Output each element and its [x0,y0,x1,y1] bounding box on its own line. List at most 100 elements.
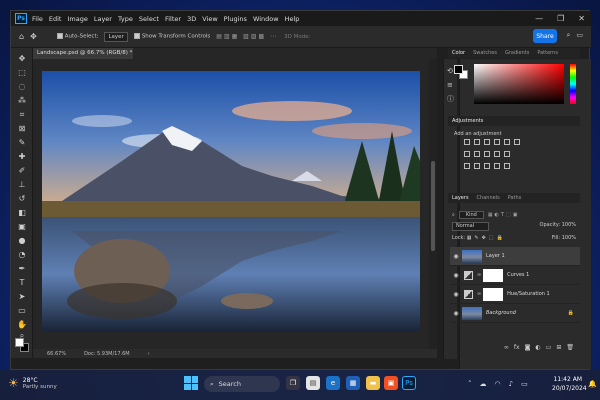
home-icon[interactable]: ⌂ [19,32,24,41]
lock-icons[interactable]: ▦✎✥⬚🔒 [467,235,506,241]
add-mask-icon[interactable]: ◙ [525,344,531,354]
dodge-tool-icon[interactable]: ◔ [16,250,28,260]
color-picker-field[interactable] [474,64,564,104]
visibility-eye-icon[interactable]: ◉ [450,291,462,298]
start-button[interactable] [184,376,198,390]
delete-layer-icon[interactable]: 🗑 [566,344,574,354]
tab-gradients[interactable]: Gradients [505,50,529,56]
posterize-icon[interactable] [474,163,480,169]
channel-mixer-icon[interactable] [494,151,500,157]
path-selection-icon[interactable]: ➤ [16,292,28,302]
brightness-icon[interactable] [464,139,470,145]
vibrance-icon[interactable] [504,139,510,145]
transform-controls-checkbox[interactable]: Show Transform Controls [133,33,210,40]
layer-row[interactable]: ◉ Layer 1 [450,247,580,266]
gradient-tool-icon[interactable]: ▣ [16,222,28,232]
hsl-icon[interactable] [514,139,520,145]
menu-file[interactable]: File [32,15,43,23]
tab-paths[interactable]: Paths [508,195,522,201]
volume-icon[interactable]: ♪ [509,380,513,388]
visibility-eye-icon[interactable]: ◉ [450,253,462,260]
file-explorer-icon[interactable]: ▬ [366,376,380,390]
menu-type[interactable]: Type [118,15,133,23]
auto-select-checkbox[interactable]: Auto-Select: [56,33,98,40]
share-button[interactable]: Share [533,29,557,43]
opacity-value[interactable]: 100% [562,222,576,228]
move-tool-icon[interactable]: ✥ [30,32,37,41]
lock-icon[interactable]: 🔒 [568,310,574,316]
auto-select-dropdown[interactable]: Layer [104,31,128,42]
maximize-button[interactable]: ❐ [557,14,564,23]
weather-widget[interactable]: ☀ 28°C Partly sunny [8,376,57,390]
hand-tool-icon[interactable]: ✋ [16,320,28,330]
type-tool-icon[interactable]: T [16,278,28,288]
visibility-eye-icon[interactable]: ◉ [450,310,462,317]
threshold-icon[interactable] [484,163,490,169]
selective-color-icon[interactable] [504,163,510,169]
brush-tool-icon[interactable]: ✐ [16,166,28,176]
menu-layer[interactable]: Layer [94,15,112,23]
document-tab[interactable]: Landscape.psd @ 66.7% (RGB/8) * ✕ [33,48,133,67]
photoshop-taskbar-icon[interactable]: Ps [402,376,416,390]
doc-size-info[interactable]: Doc: 5.93M/17.6M [84,351,130,357]
layer-row[interactable]: ◉ ∞ Curves 1 [450,266,580,285]
menu-image[interactable]: Image [67,15,87,23]
hue-slider[interactable] [570,64,576,104]
workspace-icon[interactable]: ▭ [576,31,583,40]
foreground-color-swatch[interactable] [15,338,24,347]
kind-dropdown[interactable]: Kind [458,210,484,219]
levels-icon[interactable] [474,139,480,145]
new-group-icon[interactable]: ▭ [546,344,552,354]
taskbar-search[interactable]: ⌕ Search [204,376,280,392]
blend-mode-dropdown[interactable]: Normal [452,222,490,231]
menu-help[interactable]: Help [285,15,300,23]
eraser-icon[interactable]: ◧ [16,208,28,218]
curves-icon[interactable] [484,139,490,145]
chevron-up-icon[interactable]: ˄ [468,380,472,388]
layer-row[interactable]: ◉ ∞ Hue/Saturation 1 [450,285,580,304]
pen-tool-icon[interactable]: ✒ [16,264,28,274]
color-balance-icon[interactable] [464,151,470,157]
zoom-level[interactable]: 66.67% [47,351,66,357]
filter-icons[interactable]: ▦◐T⬚▣ [488,212,520,218]
history-brush-icon[interactable]: ↺ [16,194,28,204]
menu-3d[interactable]: 3D [187,15,196,23]
eyedropper-icon[interactable]: ✎ [16,138,28,148]
menu-filter[interactable]: Filter [165,15,181,23]
scrollbar-thumb[interactable] [431,161,435,251]
fx-icon[interactable]: fx [514,344,520,354]
info-icon[interactable]: ⓘ [447,95,455,103]
adjustments-title[interactable]: Adjustments [452,118,483,124]
foreground-color-swatch[interactable] [454,65,463,74]
tab-swatches[interactable]: Swatches [473,50,497,56]
search-icon[interactable]: ⌕ [566,31,570,40]
menu-select[interactable]: Select [139,15,159,23]
adjustment-layer-icon[interactable]: ◐ [535,344,540,354]
office-app-icon[interactable]: ▣ [384,376,398,390]
layer-row[interactable]: ◉ Background 🔒 [450,304,580,323]
new-layer-icon[interactable]: ⊞ [556,344,561,354]
photo-filter-icon[interactable] [484,151,490,157]
menu-view[interactable]: View [202,15,217,23]
lookup-icon[interactable] [504,151,510,157]
tab-channels[interactable]: Channels [477,195,500,201]
link-layers-icon[interactable]: ∞ [504,344,509,354]
files-app-icon[interactable]: ▤ [306,376,320,390]
tab-color[interactable]: Color [452,50,465,56]
task-view-icon[interactable]: ❐ [286,376,300,390]
visibility-eye-icon[interactable]: ◉ [450,272,462,279]
fill-value[interactable]: 100% [562,235,576,241]
align-icons[interactable]: ▤▥▦ ▧▨▩ ⋯ [216,33,278,40]
bw-icon[interactable] [474,151,480,157]
wifi-icon[interactable]: ◠ [495,380,501,388]
close-button[interactable]: ✕ [578,14,585,23]
exposure-icon[interactable] [494,139,500,145]
marquee-tool-icon[interactable]: ⬚ [16,68,28,78]
lasso-tool-icon[interactable]: ◌ [16,82,28,92]
properties-icon[interactable]: ≡ [447,81,455,89]
invert-icon[interactable] [464,163,470,169]
rectangle-tool-icon[interactable]: ▭ [16,306,28,316]
notification-bell-icon[interactable]: 🔔 [588,380,597,388]
clone-stamp-icon[interactable]: ⊥ [16,180,28,190]
healing-brush-icon[interactable]: ✚ [16,152,28,162]
